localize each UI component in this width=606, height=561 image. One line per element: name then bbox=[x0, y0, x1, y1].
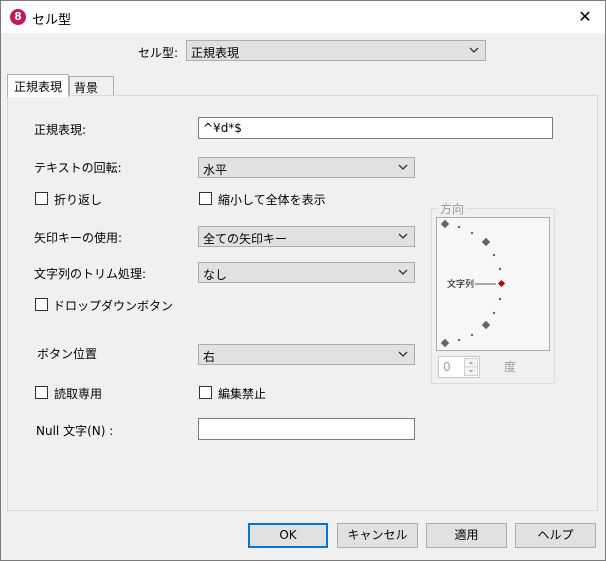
shrink-checkbox[interactable] bbox=[199, 192, 212, 205]
arrow-keys-select[interactable]: 全ての矢印キー bbox=[198, 226, 415, 247]
ok-button[interactable]: OK bbox=[248, 523, 328, 548]
regex-label: 正規表現: bbox=[34, 123, 87, 137]
celltype-value: 正規表現 bbox=[191, 46, 240, 60]
readonly-label: 読取専用 bbox=[54, 387, 103, 401]
shrink-label: 縮小して全体を表示 bbox=[218, 193, 326, 207]
wrap-label: 折り返し bbox=[54, 193, 103, 207]
title-bar: 8 セル型 ✕ bbox=[1, 1, 605, 33]
orientation-group-label: 方向 bbox=[438, 200, 467, 217]
tab-regex[interactable]: 正規表現 bbox=[7, 74, 69, 97]
chevron-down-icon bbox=[398, 164, 408, 170]
app-icon: 8 bbox=[10, 9, 26, 25]
arrow-keys-label: 矢印キーの使用: bbox=[34, 231, 123, 245]
degrees-value: 0 bbox=[443, 360, 451, 374]
edit-lock-label: 編集禁止 bbox=[218, 387, 267, 401]
wrap-checkbox[interactable] bbox=[35, 192, 48, 205]
regex-value: ^¥d*$ bbox=[203, 121, 242, 135]
arrow-keys-value: 全ての矢印キー bbox=[203, 232, 288, 246]
null-text-input[interactable] bbox=[198, 418, 415, 440]
apply-button[interactable]: 適用 bbox=[426, 523, 507, 548]
null-text-label: Null 文字(N) : bbox=[36, 424, 114, 438]
tab-background[interactable]: 背景 bbox=[69, 76, 114, 97]
celltype-select[interactable]: 正規表現 bbox=[186, 40, 486, 61]
orientation-dial-label: 文字列 bbox=[447, 280, 475, 290]
spinner-arrows-icon[interactable] bbox=[464, 358, 478, 376]
rotation-label: テキストの回転: bbox=[34, 161, 122, 175]
window-title: セル型 bbox=[32, 13, 72, 28]
degrees-unit-label: 度 bbox=[504, 360, 517, 374]
rotation-select[interactable]: 水平 bbox=[198, 157, 415, 178]
trim-label: 文字列のトリム処理: bbox=[34, 267, 147, 281]
help-button[interactable]: ヘルプ bbox=[515, 523, 596, 548]
trim-value: なし bbox=[203, 268, 228, 282]
button-position-value: 右 bbox=[203, 350, 216, 364]
chevron-down-icon bbox=[469, 47, 479, 53]
celltype-label: セル型: bbox=[138, 46, 179, 60]
dropdown-button-label: ドロップダウンボタン bbox=[53, 299, 174, 313]
close-icon[interactable]: ✕ bbox=[565, 1, 605, 33]
degrees-spinner[interactable]: 0 bbox=[438, 356, 480, 378]
button-position-label: ボタン位置 bbox=[37, 347, 98, 361]
dropdown-button-checkbox[interactable] bbox=[35, 298, 48, 311]
rotation-value: 水平 bbox=[203, 163, 228, 177]
cancel-button[interactable]: キャンセル bbox=[337, 523, 418, 548]
edit-lock-checkbox[interactable] bbox=[199, 386, 212, 399]
chevron-down-icon bbox=[398, 351, 408, 357]
dialog-window: 8 セル型 ✕ セル型: 正規表現 正規表現 背景 正規表現: ^¥d*$ テキ… bbox=[0, 0, 606, 561]
chevron-down-icon bbox=[398, 269, 408, 275]
chevron-down-icon bbox=[398, 233, 408, 239]
trim-select[interactable]: なし bbox=[198, 262, 415, 283]
tab-background-label: 背景 bbox=[74, 81, 99, 95]
regex-input[interactable]: ^¥d*$ bbox=[198, 117, 553, 139]
readonly-checkbox[interactable] bbox=[35, 386, 48, 399]
orientation-dial[interactable]: 文字列 bbox=[436, 217, 550, 351]
tab-regex-label: 正規表現 bbox=[14, 80, 63, 94]
button-position-select[interactable]: 右 bbox=[198, 344, 415, 365]
